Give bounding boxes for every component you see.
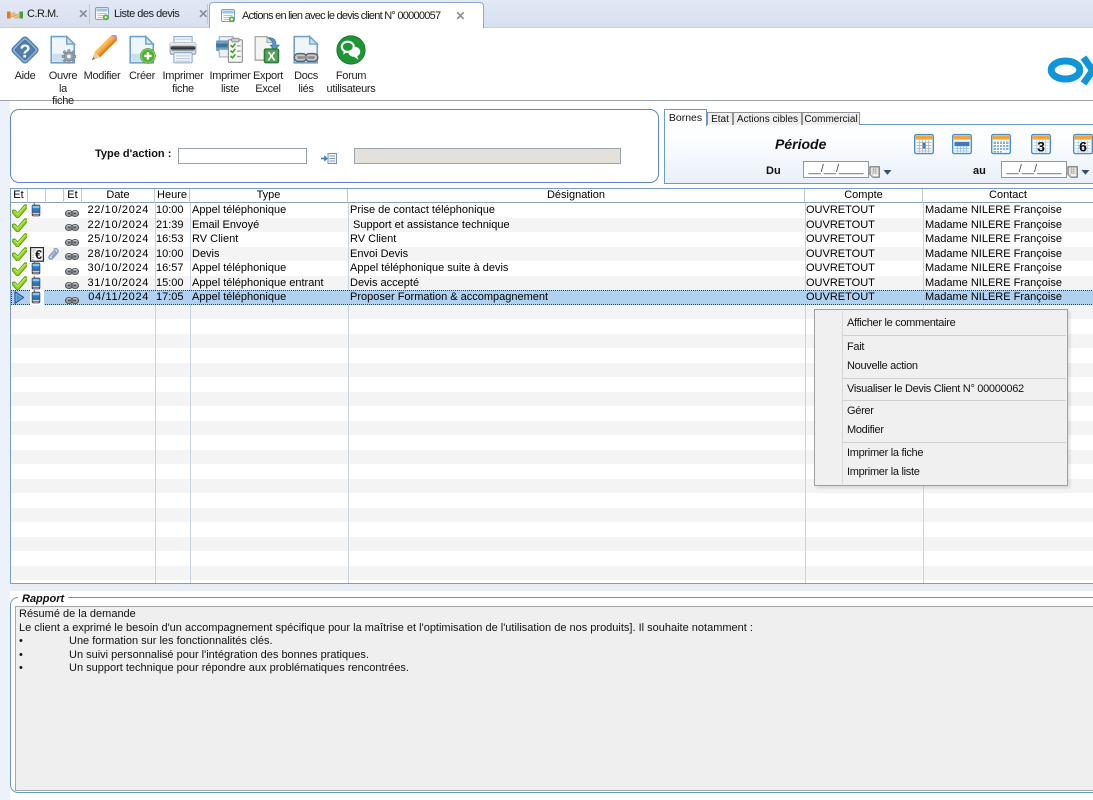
- svg-text:6: 6: [1079, 139, 1087, 155]
- svg-text:€: €: [35, 248, 42, 262]
- svg-text:3: 3: [1037, 139, 1045, 155]
